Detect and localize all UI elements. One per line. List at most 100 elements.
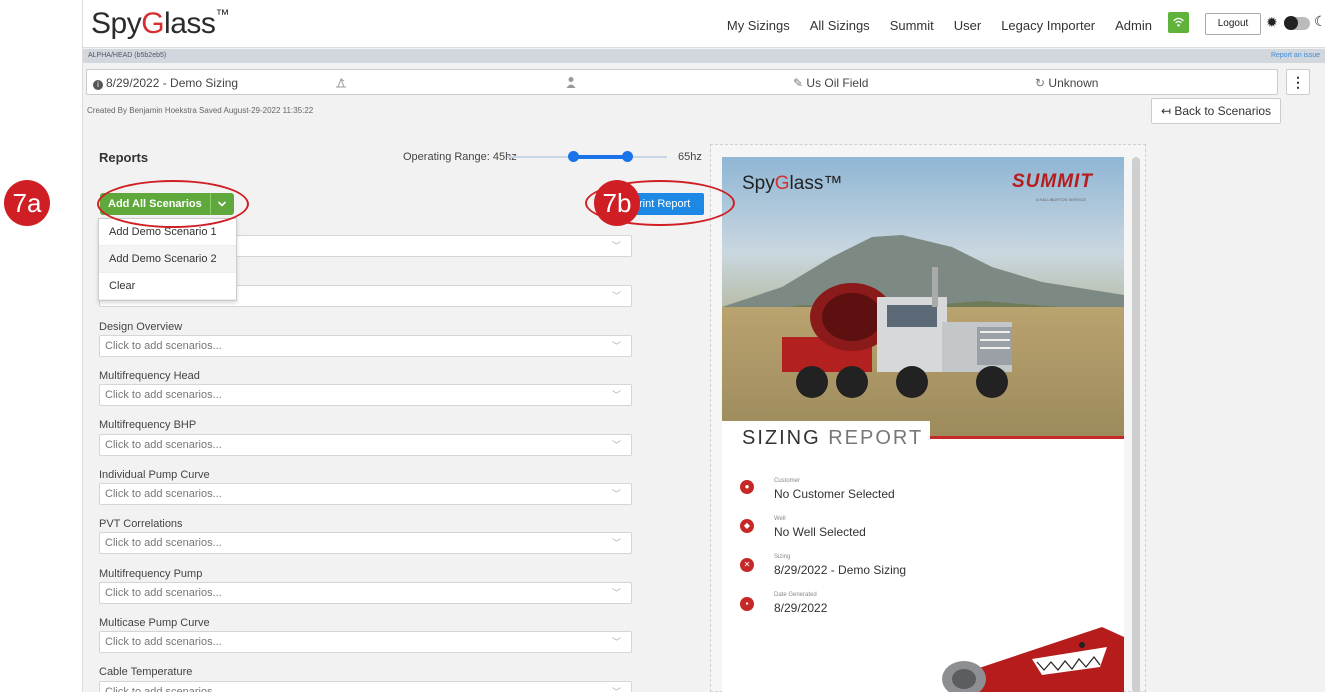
customer-value: No Customer Selected <box>774 487 895 501</box>
select-placeholder: Click to add scenarios... <box>105 686 222 692</box>
chevron-down-icon: ﹀ <box>611 341 621 351</box>
preview-brand-logo: SpyGlass™ <box>742 173 843 194</box>
report-label-multifrequency-bhp: Multifrequency BHP <box>99 419 197 431</box>
pump-illustration <box>942 627 1124 692</box>
sizing-caption: Sizing <box>774 554 791 560</box>
chevron-down-icon: ﹀ <box>611 588 621 598</box>
chevron-down-icon: ﹀ <box>611 440 621 450</box>
status-label: Unknown <box>1048 76 1099 90</box>
field-selector[interactable]: ✎ Us Oil Field <box>793 76 868 90</box>
operating-range-max-label: 65hz <box>678 151 702 163</box>
logout-button[interactable]: Logout <box>1205 13 1261 35</box>
sun-icon: ✹ <box>1266 14 1278 30</box>
operating-range-label: Operating Range: 45hz <box>403 151 517 163</box>
report-label-pvt-correlations: PVT Correlations <box>99 518 183 530</box>
report-select-individual-pump-curve[interactable]: Click to add scenarios... ﹀ <box>99 483 632 505</box>
report-select-design-overview[interactable]: Click to add scenarios... ﹀ <box>99 335 632 357</box>
calendar-icon: ▪ <box>740 597 754 611</box>
refresh-icon: ↻ <box>1035 76 1046 90</box>
nav-user[interactable]: User <box>954 18 981 33</box>
report-label-cable-temperature: Cable Temperature <box>99 666 193 678</box>
menu-item-add-demo-scenario-2[interactable]: Add Demo Scenario 2 <box>99 246 236 273</box>
red-divider <box>930 436 1124 439</box>
moon-icon: ☾ <box>1314 13 1325 29</box>
select-placeholder: Click to add scenarios... <box>105 389 222 401</box>
well-drop-icon: ◆ <box>740 519 754 533</box>
field-label: Us Oil Field <box>806 76 869 90</box>
select-placeholder: Click to add scenarios... <box>105 439 222 451</box>
chevron-down-icon: ﹀ <box>611 637 621 647</box>
created-info: Created By Benjamin Hoekstra Saved Augus… <box>87 106 314 115</box>
more-menu-button[interactable]: ⋮ <box>1286 69 1310 95</box>
chevron-down-icon: ﹀ <box>611 489 621 499</box>
sizing-report-title: SIZING REPORT <box>742 427 924 449</box>
app-logo[interactable]: SpyGlass™ <box>91 6 229 41</box>
chevron-down-icon: ﹀ <box>611 538 621 548</box>
annotation-badge-7b: 7b <box>594 180 640 226</box>
reports-title: Reports <box>99 150 149 165</box>
select-placeholder: Click to add scenarios... <box>105 488 222 500</box>
operating-range-slider[interactable] <box>507 151 677 162</box>
version-bar: ALPHA/HEAD (b5b2eb5) Report an issue <box>83 49 1325 63</box>
theme-toggle[interactable] <box>1284 16 1310 30</box>
slider-max-handle[interactable] <box>622 151 633 162</box>
date-value: 8/29/2022 <box>774 601 828 615</box>
info-icon: i <box>93 80 103 90</box>
app-window: SpyGlass™ My Sizings All Sizings Summit … <box>82 0 1325 692</box>
sizing-name[interactable]: i 8/29/2022 - Demo Sizing <box>93 76 238 90</box>
report-select-pvt-correlations[interactable]: Click to add scenarios... ﹀ <box>99 532 632 554</box>
annotation-ellipse-7a <box>97 180 249 228</box>
select-placeholder: Click to add scenarios... <box>105 587 222 599</box>
report-preview-pane: SpyGlass™ SUMMIT A HALLIBURTON SERVICE S… <box>710 144 1146 692</box>
nav-all-sizings[interactable]: All Sizings <box>810 18 870 33</box>
menu-item-clear[interactable]: Clear <box>99 273 236 300</box>
customer-icon[interactable] <box>566 76 576 91</box>
report-label-multicase-pump-curve: Multicase Pump Curve <box>99 617 210 629</box>
sizing-value: 8/29/2022 - Demo Sizing <box>774 563 907 577</box>
truck-illustration <box>782 267 1012 398</box>
report-issue-link[interactable]: Report an issue <box>1271 49 1320 63</box>
well-icon[interactable] <box>335 76 347 91</box>
report-preview-page: SpyGlass™ SUMMIT A HALLIBURTON SERVICE S… <box>722 157 1124 692</box>
pencil-icon: ✎ <box>793 76 804 90</box>
report-select-cable-temperature[interactable]: Click to add scenarios... ﹀ <box>99 681 632 692</box>
summit-logo: SUMMIT <box>1012 171 1093 192</box>
report-label-multifrequency-head: Multifrequency Head <box>99 370 200 382</box>
back-to-scenarios-button[interactable]: ↤ Back to Scenarios <box>1151 98 1281 124</box>
select-placeholder: Click to add scenarios... <box>105 537 222 549</box>
sizing-x-icon: ✕ <box>740 558 754 572</box>
chevron-down-icon: ﹀ <box>611 390 621 400</box>
nav-admin[interactable]: Admin <box>1115 18 1152 33</box>
wifi-icon[interactable] <box>1168 12 1189 33</box>
report-select-multifrequency-pump[interactable]: Click to add scenarios... ﹀ <box>99 582 632 604</box>
report-select-multifrequency-head[interactable]: Click to add scenarios... ﹀ <box>99 384 632 406</box>
report-label-multifrequency-pump: Multifrequency Pump <box>99 568 203 580</box>
nav-summit[interactable]: Summit <box>890 18 934 33</box>
version-label: ALPHA/HEAD (b5b2eb5) <box>88 52 167 59</box>
slider-min-handle[interactable] <box>568 151 579 162</box>
select-placeholder: Click to add scenarios... <box>105 340 222 352</box>
well-caption: Well <box>774 516 786 522</box>
chevron-down-icon: ﹀ <box>611 241 621 251</box>
sizing-name-label: 8/29/2022 - Demo Sizing <box>106 76 239 90</box>
date-caption: Date Generated <box>774 592 817 598</box>
customer-icon: ● <box>740 480 754 494</box>
report-select-multicase-pump-curve[interactable]: Click to add scenarios... ﹀ <box>99 631 632 653</box>
summit-subtitle: A HALLIBURTON SERVICE <box>1036 197 1087 202</box>
report-select-multifrequency-bhp[interactable]: Click to add scenarios... ﹀ <box>99 434 632 456</box>
chevron-down-icon: ﹀ <box>611 291 621 301</box>
annotation-badge-7a: 7a <box>4 180 50 226</box>
nav-legacy-importer[interactable]: Legacy Importer <box>1001 18 1095 33</box>
status-indicator[interactable]: ↻ Unknown <box>1035 76 1098 90</box>
customer-caption: Customer <box>774 478 801 484</box>
add-scenarios-dropdown: Add Demo Scenario 1 Add Demo Scenario 2 … <box>98 218 237 301</box>
main-nav: My Sizings All Sizings Summit User Legac… <box>727 18 1152 33</box>
well-value: No Well Selected <box>774 525 866 539</box>
cover-photo: SpyGlass™ SUMMIT A HALLIBURTON SERVICE <box>722 157 1124 439</box>
select-placeholder: Click to add scenarios... <box>105 636 222 648</box>
nav-my-sizings[interactable]: My Sizings <box>727 18 790 33</box>
chevron-down-icon: ﹀ <box>611 687 621 692</box>
preview-scrollbar[interactable] <box>1132 157 1140 692</box>
report-label-design-overview: Design Overview <box>99 321 183 333</box>
report-label-individual-pump-curve: Individual Pump Curve <box>99 469 210 481</box>
